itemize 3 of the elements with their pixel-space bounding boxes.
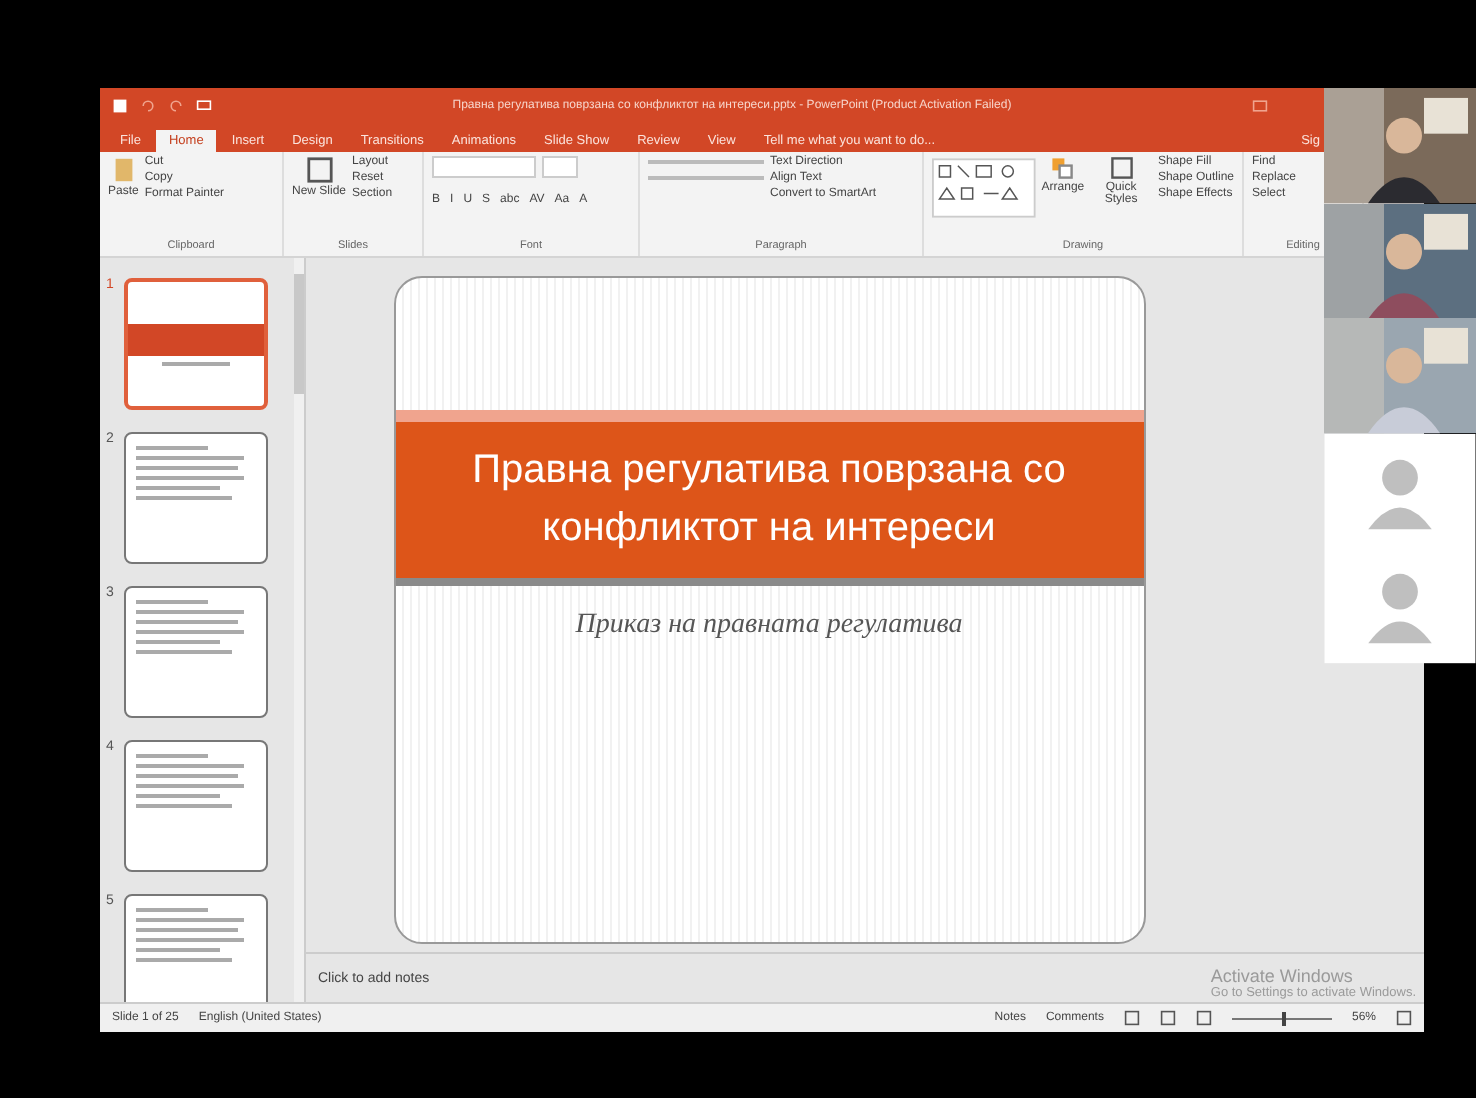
slide-subtitle: Приказ на правната регулатива (573, 610, 965, 642)
activation-heading: Activate Windows (1210, 966, 1355, 986)
slide-title: Правна регулатива поврзана со конфликтот на интереси (472, 448, 1066, 550)
